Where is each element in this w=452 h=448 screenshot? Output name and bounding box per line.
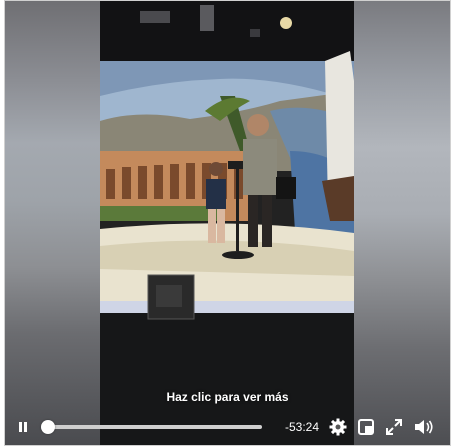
fullscreen-button[interactable] bbox=[384, 411, 404, 443]
progress-thumb[interactable] bbox=[41, 420, 55, 434]
picture-in-picture-button[interactable] bbox=[356, 411, 376, 443]
volume-button[interactable] bbox=[412, 411, 436, 443]
pause-icon bbox=[19, 422, 27, 432]
click-to-see-more-text[interactable]: Haz clic para ver más bbox=[5, 390, 450, 404]
video-frame[interactable] bbox=[100, 1, 354, 445]
picture-in-picture-icon bbox=[358, 419, 374, 435]
pause-button[interactable] bbox=[13, 411, 33, 443]
video-player[interactable]: Haz clic para ver más -53:24 bbox=[4, 0, 451, 446]
time-remaining: -53:24 bbox=[285, 420, 320, 434]
gear-icon bbox=[329, 418, 347, 436]
player-controls: -53:24 bbox=[5, 411, 450, 443]
volume-icon bbox=[415, 420, 433, 434]
settings-button[interactable] bbox=[327, 411, 349, 443]
video-scene bbox=[100, 1, 354, 445]
blurred-backdrop-right bbox=[352, 1, 450, 445]
blurred-backdrop-left bbox=[5, 1, 100, 445]
progress-track[interactable] bbox=[48, 425, 262, 429]
fullscreen-icon bbox=[386, 419, 402, 435]
